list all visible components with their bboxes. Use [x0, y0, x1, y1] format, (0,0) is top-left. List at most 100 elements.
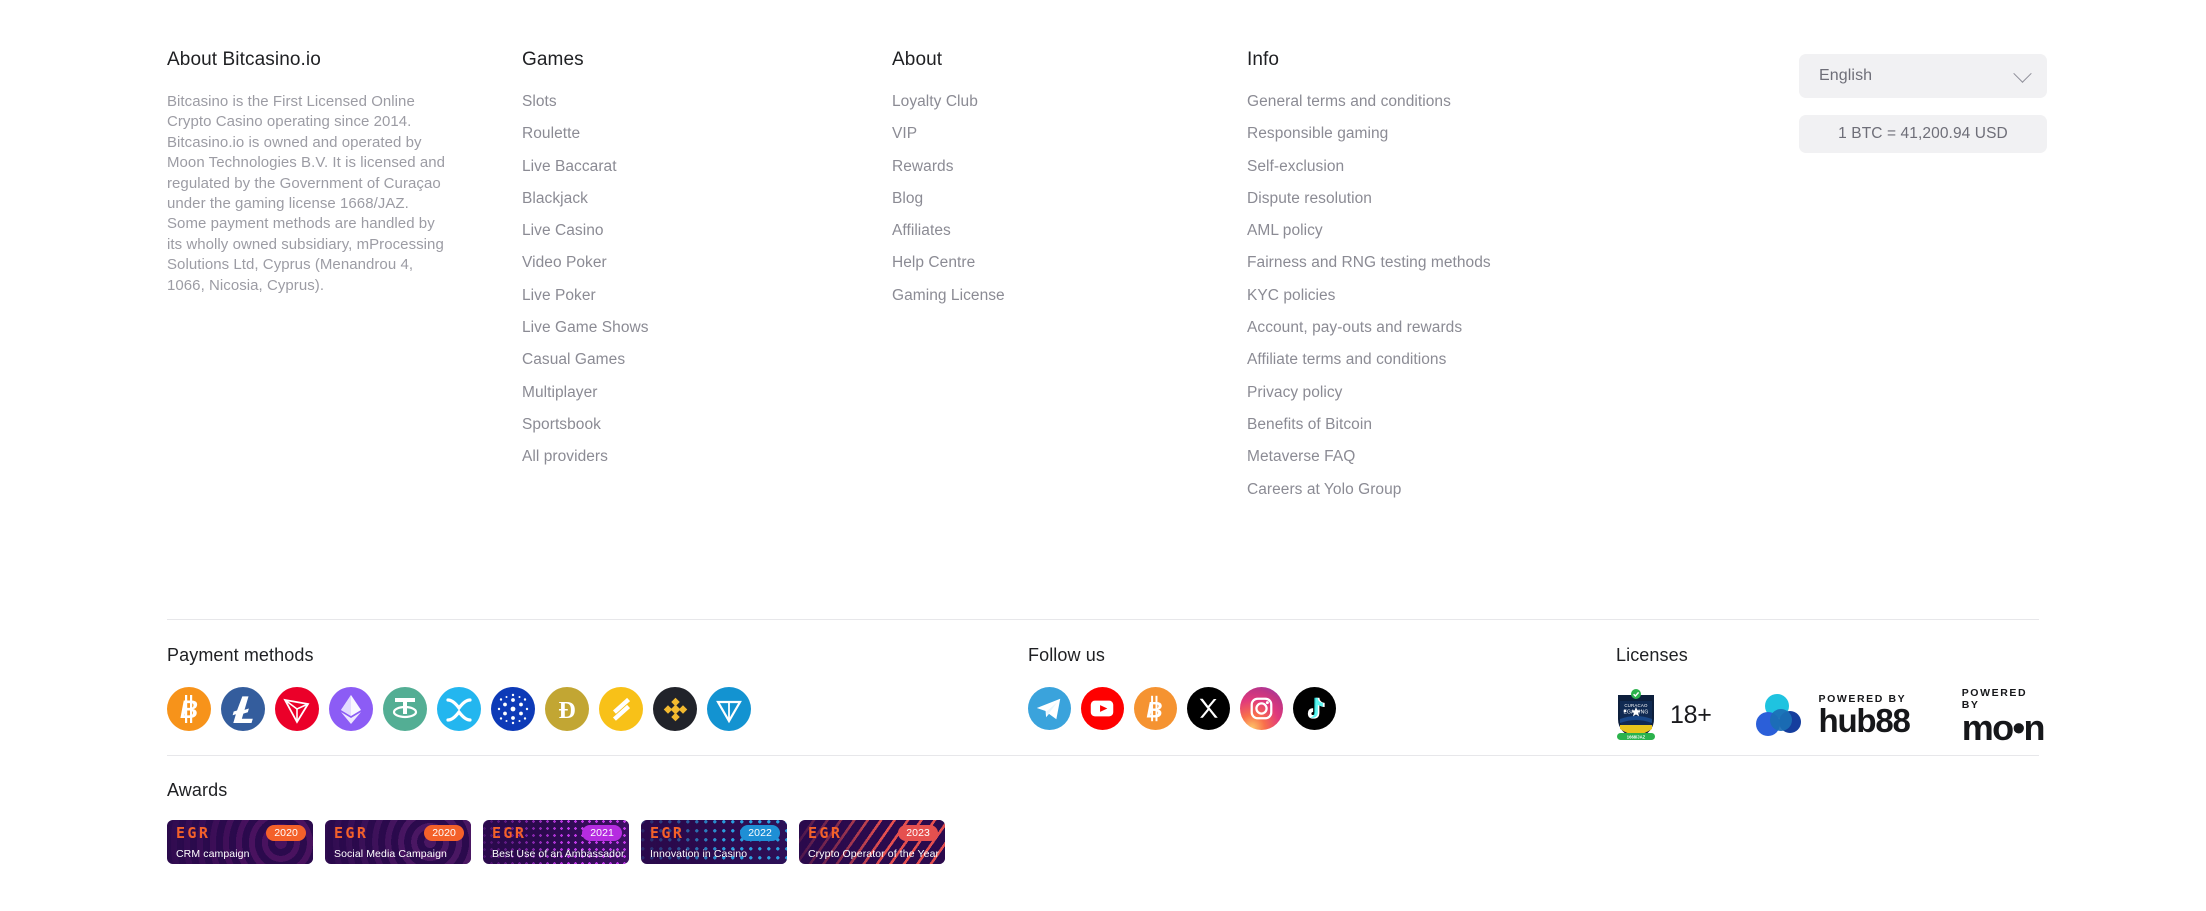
footer-link-vip[interactable]: VIP	[892, 124, 917, 144]
award-brand-egr: EGR	[492, 824, 527, 842]
footer-link-general-terms-and-conditions[interactable]: General terms and conditions	[1247, 92, 1451, 112]
list-item: Help Centre	[892, 253, 1247, 273]
footer-link-video-poker[interactable]: Video Poker	[522, 253, 607, 273]
hub88-license-logo[interactable]: POWERED BY hub88	[1752, 693, 1911, 737]
svg-text:B: B	[180, 696, 198, 724]
tether-icon[interactable]	[383, 687, 427, 731]
toncoin-icon[interactable]	[707, 687, 751, 731]
litecoin-icon[interactable]	[221, 687, 265, 731]
footer-link-loyalty-club[interactable]: Loyalty Club	[892, 92, 978, 112]
cardano-icon[interactable]	[491, 687, 535, 731]
list-item: Privacy policy	[1247, 383, 1667, 403]
column-heading-info: Info	[1247, 49, 1280, 70]
footer-link-columns: About Bitcasino.io Bitcasino is the Firs…	[167, 48, 2047, 512]
follow-us-heading: Follow us	[1028, 645, 1105, 665]
award-title: Crypto Operator of the Year	[808, 848, 940, 860]
follow-us-group: Follow us B	[1028, 645, 1336, 730]
award-year-badge: 2023	[898, 825, 938, 841]
ethereum-icon[interactable]	[329, 687, 373, 731]
footer-link-live-baccarat[interactable]: Live Baccarat	[522, 157, 617, 177]
footer-link-casual-games[interactable]: Casual Games	[522, 350, 625, 370]
footer-link-multiplayer[interactable]: Multiplayer	[522, 383, 598, 403]
curacao-egaming-shield-icon[interactable]: 1668/JAZ CURACAO EGAMING	[1616, 689, 1656, 741]
footer-link-slots[interactable]: Slots	[522, 92, 557, 112]
list-item: Responsible gaming	[1247, 124, 1667, 144]
award-badge[interactable]: EGR 2022 Innovation in Casino	[641, 820, 787, 864]
dogecoin-icon[interactable]: Ð	[545, 687, 589, 731]
list-item: Metaverse FAQ	[1247, 447, 1667, 467]
footer-link-dispute-resolution[interactable]: Dispute resolution	[1247, 189, 1372, 209]
divider-above-payment-methods	[167, 619, 2039, 620]
list-item: Casual Games	[522, 350, 892, 370]
moon-license-logo[interactable]: POWERED BY mo•n	[1961, 687, 2047, 748]
footer-link-roulette[interactable]: Roulette	[522, 124, 580, 144]
footer-link-affiliates[interactable]: Affiliates	[892, 221, 951, 241]
award-year-badge: 2020	[424, 825, 464, 841]
svg-text:CURACAO: CURACAO	[1624, 703, 1648, 708]
footer-link-aml-policy[interactable]: AML policy	[1247, 221, 1323, 241]
footer-link-help-centre[interactable]: Help Centre	[892, 253, 975, 273]
footer-link-blog[interactable]: Blog	[892, 189, 923, 209]
footer-link-affiliate-terms-and-conditions[interactable]: Affiliate terms and conditions	[1247, 350, 1446, 370]
footer-link-account-pay-outs-and-rewards[interactable]: Account, pay-outs and rewards	[1247, 318, 1462, 338]
list-item: Live Baccarat	[522, 157, 892, 177]
footer-link-kyc-policies[interactable]: KYC policies	[1247, 286, 1335, 306]
language-selector-value: English	[1819, 67, 1873, 84]
list-item: Blackjack	[522, 189, 892, 209]
binance-coin-icon[interactable]	[653, 687, 697, 731]
footer-link-benefits-of-bitcoin[interactable]: Benefits of Bitcoin	[1247, 415, 1372, 435]
youtube-icon[interactable]	[1081, 687, 1124, 730]
list-item: Slots	[522, 92, 892, 112]
binance-usd-icon[interactable]	[599, 687, 643, 731]
footer-link-rewards[interactable]: Rewards	[892, 157, 954, 177]
footer-link-privacy-policy[interactable]: Privacy policy	[1247, 383, 1342, 403]
list-item: Roulette	[522, 124, 892, 144]
language-selector[interactable]: English	[1799, 54, 2047, 98]
info-link-list: General terms and conditions Responsible …	[1247, 92, 1667, 500]
footer-link-live-casino[interactable]: Live Casino	[522, 221, 604, 241]
footer-link-gaming-license[interactable]: Gaming License	[892, 286, 1005, 306]
tron-icon[interactable]	[275, 687, 319, 731]
footer-link-live-poker[interactable]: Live Poker	[522, 286, 596, 306]
footer-link-sportsbook[interactable]: Sportsbook	[522, 415, 601, 435]
list-item: Benefits of Bitcoin	[1247, 415, 1667, 435]
award-badge[interactable]: EGR 2023 Crypto Operator of the Year	[799, 820, 945, 864]
footer-link-blackjack[interactable]: Blackjack	[522, 189, 588, 209]
svg-text:1668/JAZ: 1668/JAZ	[1627, 734, 1646, 739]
award-title: Best Use of an Ambassador	[492, 848, 625, 860]
award-year-badge: 2021	[582, 825, 622, 841]
bitcoin-icon[interactable]: B	[167, 687, 211, 731]
award-year-badge: 2020	[266, 825, 306, 841]
instagram-icon[interactable]	[1240, 687, 1283, 730]
list-item: AML policy	[1247, 221, 1667, 241]
footer-link-careers-at-yolo-group[interactable]: Careers at Yolo Group	[1247, 480, 1401, 500]
payment-methods-heading: Payment methods	[167, 645, 314, 665]
footer-link-live-game-shows[interactable]: Live Game Shows	[522, 318, 649, 338]
footer-link-all-providers[interactable]: All providers	[522, 447, 608, 467]
x-twitter-icon[interactable]	[1187, 687, 1230, 730]
awards-heading: Awards	[167, 780, 228, 800]
footer-column-about: About Loyalty Club VIP Rewards Blog Affiliat…	[892, 48, 1247, 318]
ripple-icon[interactable]	[437, 687, 481, 731]
award-badge[interactable]: EGR 2020 Social Media Campaign	[325, 820, 471, 864]
moon-wordmark: mo•n	[1961, 707, 2046, 748]
age-restriction-badge: 18+	[1670, 700, 1712, 729]
licenses-group: Licenses 1668/JAZ CURACAO EGAMING 18+ PO…	[1616, 645, 2047, 748]
footer-link-self-exclusion[interactable]: Self-exclusion	[1247, 157, 1344, 177]
list-item: Video Poker	[522, 253, 892, 273]
svg-text:EGAMING: EGAMING	[1623, 710, 1648, 716]
award-title: Social Media Campaign	[334, 848, 447, 860]
footer-link-responsible-gaming[interactable]: Responsible gaming	[1247, 124, 1388, 144]
bitcointalk-icon[interactable]: B	[1134, 687, 1177, 730]
award-badge[interactable]: EGR 2020 CRM campaign	[167, 820, 313, 864]
footer-link-metaverse-faq[interactable]: Metaverse FAQ	[1247, 447, 1355, 467]
footer-link-fairness-and-rng-testing-methods[interactable]: Fairness and RNG testing methods	[1247, 253, 1491, 273]
list-item: Affiliates	[892, 221, 1247, 241]
awards-badge-row: EGR 2020 CRM campaign EGR 2020 Social Media C…	[167, 820, 945, 864]
tiktok-icon[interactable]	[1293, 687, 1336, 730]
column-heading-about-bitcasino: About Bitcasino.io	[167, 49, 321, 70]
list-item: VIP	[892, 124, 1247, 144]
svg-text:B: B	[1146, 697, 1162, 722]
telegram-icon[interactable]	[1028, 687, 1071, 730]
award-badge[interactable]: EGR 2021 Best Use of an Ambassador	[483, 820, 629, 864]
